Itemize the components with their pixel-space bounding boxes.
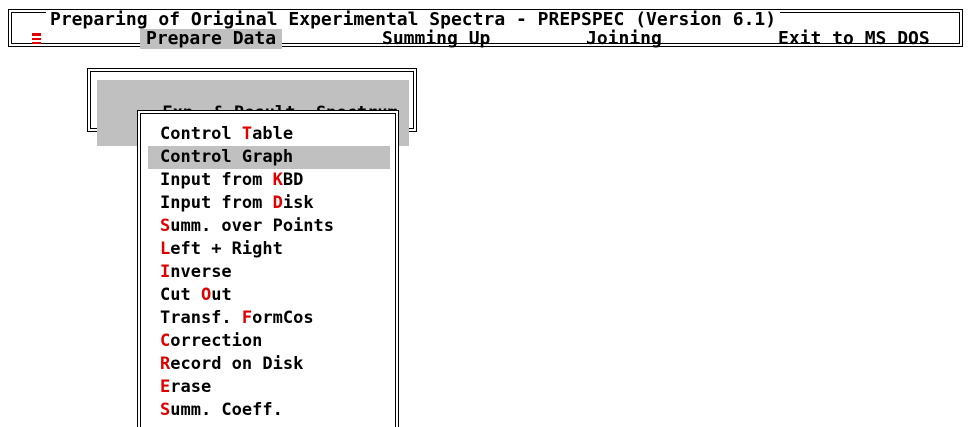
hotkey-letter: S (160, 216, 171, 236)
menu-item-text-post: ormCos (252, 308, 314, 328)
hotkey-letter: I (160, 262, 171, 282)
menu-item-input-from-kbd[interactable]: Input from KBD (148, 169, 390, 192)
hotkey-letter: R (160, 354, 171, 374)
spectrum-submenu: Control Table Control Graph Input from KBD… (137, 110, 399, 427)
window-title: Preparing of Original Experimental Spect… (46, 10, 781, 30)
menu-item-summ-over-points[interactable]: Summ. over Points (148, 215, 390, 238)
menu-item-input-from-disk[interactable]: Input from Disk (148, 192, 390, 215)
menu-item-text-post: umm. Coeff. (170, 400, 283, 420)
menu-summing-up[interactable]: Summing Up (376, 29, 496, 49)
menu-joining[interactable]: Joining (580, 29, 668, 49)
hotkey-letter: C (160, 331, 171, 351)
menu-item-text-post: rase (170, 377, 212, 397)
hotkey-letter: S (160, 400, 171, 420)
menu-item-text-pre: Control Graph (160, 147, 294, 167)
menu-item-text-post: ut (211, 285, 232, 305)
menu-item-text-pre: Cut (160, 285, 201, 305)
main-menu-frame: Preparing of Original Experimental Spect… (8, 9, 963, 49)
menu-item-summ-coeff[interactable]: Summ. Coeff. (148, 399, 390, 422)
hotkey-letter: F (241, 308, 253, 328)
menu-item-correction[interactable]: Correction (148, 330, 390, 353)
menu-item-left-plus-right[interactable]: Left + Right (148, 238, 390, 261)
menu-item-erase[interactable]: Erase (148, 376, 390, 399)
menu-item-record-on-disk[interactable]: Record on Disk (148, 353, 390, 376)
menu-item-text-pre: Transf. (160, 308, 242, 328)
menu-item-text-post: ecord on Disk (170, 354, 304, 374)
menu-item-text-post: nverse (170, 262, 232, 282)
menu-item-control-table[interactable]: Control Table (148, 123, 390, 146)
menubar: Prepare Data Summing Up Joining Exit to … (12, 29, 959, 49)
menu-item-text-post: orrection (170, 331, 263, 351)
menu-exit-to-dos[interactable]: Exit to MS DOS (772, 29, 936, 49)
menu-item-text-pre: Input from (160, 193, 273, 213)
hotkey-letter: T (241, 124, 253, 144)
menu-prepare-data[interactable]: Prepare Data (140, 29, 283, 49)
hotkey-letter: E (160, 377, 171, 397)
menu-item-transf-formcos[interactable]: Transf. FormCos (148, 307, 390, 330)
hotkey-letter: L (160, 239, 171, 259)
menu-item-inverse[interactable]: Inverse (148, 261, 390, 284)
menu-item-text-post: umm. over Points (170, 216, 335, 236)
menu-item-text-post: able (252, 124, 294, 144)
hotkey-letter: D (272, 193, 283, 213)
menu-item-cut-out[interactable]: Cut Out (148, 284, 390, 307)
menu-item-text-post: isk (282, 193, 314, 213)
system-menu-icon[interactable] (32, 33, 41, 44)
dos-screen: Preparing of Original Experimental Spect… (0, 0, 973, 427)
hotkey-letter: O (200, 285, 212, 305)
menu-item-control-graph[interactable]: Control Graph (148, 146, 390, 169)
hotkey-letter: K (272, 170, 283, 190)
menu-item-text-pre: Control (160, 124, 242, 144)
submenu-list: Control Table Control Graph Input from KBD… (148, 123, 390, 422)
menu-item-text-post: BD (282, 170, 304, 190)
menu-item-text-post: eft + Right (170, 239, 283, 259)
menu-item-text-pre: Input from (160, 170, 273, 190)
